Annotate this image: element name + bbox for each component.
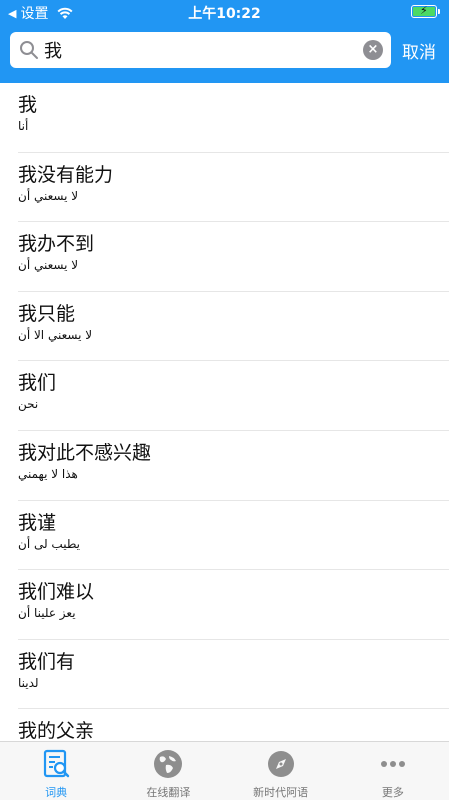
list-item[interactable]: 我们难以 يعز علينا أن (18, 570, 449, 640)
entry-chinese: 我们难以 (18, 581, 95, 604)
header-bar: ◀ 设置 上午10:22 ⚡ × 取消 (0, 0, 449, 83)
globe-icon (154, 750, 183, 778)
entry-arabic: هذا لا يهمني (18, 466, 78, 481)
tab-label: 更多 (381, 786, 404, 799)
entry-chinese: 我的父亲 (18, 720, 95, 741)
more-icon (380, 761, 405, 767)
entry-chinese: 我谨 (18, 511, 57, 534)
tab-online-translate[interactable]: 在线翻译 (112, 742, 224, 800)
list-item[interactable]: 我谨 يطيب لى أن (18, 501, 449, 571)
list-item[interactable]: 我对此不感兴趣 هذا لا يهمني (18, 431, 449, 501)
tab-dictionary[interactable]: 词典 (0, 742, 112, 800)
tab-label: 新时代阿语 (253, 786, 309, 799)
entry-chinese: 我只能 (18, 302, 76, 325)
entry-chinese: 我没有能力 (18, 163, 114, 186)
entry-arabic: يعز علينا أن (18, 606, 76, 621)
list-item[interactable]: 我只能 لا يسعني الا أن (18, 292, 449, 362)
clock: 上午10:22 (188, 6, 261, 22)
entry-chinese: 我办不到 (18, 233, 95, 256)
charging-bolt-icon: ⚡ (420, 4, 428, 17)
tab-label: 在线翻译 (146, 786, 191, 799)
entry-arabic: يطيب لى أن (18, 536, 81, 551)
status-bar: ◀ 设置 上午10:22 ⚡ (0, 0, 449, 24)
results-list: 我 أنا 我没有能力 لا يسعني أن 我办不到 لا يسعني أن… (0, 83, 449, 741)
list-item[interactable]: 我的父亲 (18, 709, 449, 741)
entry-chinese: 我们 (18, 372, 57, 395)
dictionary-icon (44, 749, 70, 778)
tab-new-era-arabic[interactable]: 新时代阿语 (225, 742, 337, 800)
entry-chinese: 我对此不感兴趣 (18, 441, 152, 464)
list-item[interactable]: 我 أنا (18, 83, 449, 153)
cancel-button[interactable]: 取消 (402, 38, 436, 63)
list-item[interactable]: 我没有能力 لا يسعني أن (18, 153, 449, 223)
clear-icon[interactable]: × (363, 40, 383, 60)
tab-bar: 词典 在线翻译 新时代阿语 更多 (0, 741, 449, 800)
entry-arabic: لا يسعني أن (18, 188, 79, 203)
list-item[interactable]: 我们 نحن (18, 361, 449, 431)
search-bar[interactable]: × (10, 32, 391, 68)
search-input[interactable] (44, 36, 354, 64)
search-icon (20, 41, 38, 59)
tab-label: 词典 (45, 786, 68, 799)
list-item[interactable]: 我们有 لدينا (18, 640, 449, 710)
entry-arabic: لا يسعني أن (18, 258, 79, 273)
entry-arabic: لا يسعني الا أن (18, 327, 93, 342)
entry-chinese: 我们有 (18, 650, 76, 673)
entry-arabic: نحن (18, 397, 39, 412)
battery-icon: ⚡ (411, 4, 440, 18)
entry-arabic: لدينا (18, 675, 39, 690)
entry-arabic: أنا (18, 119, 29, 133)
list-item[interactable]: 我办不到 لا يسعني أن (18, 222, 449, 292)
tab-more[interactable]: 更多 (337, 742, 449, 800)
entry-chinese: 我 (18, 94, 38, 116)
compass-icon (267, 751, 294, 777)
